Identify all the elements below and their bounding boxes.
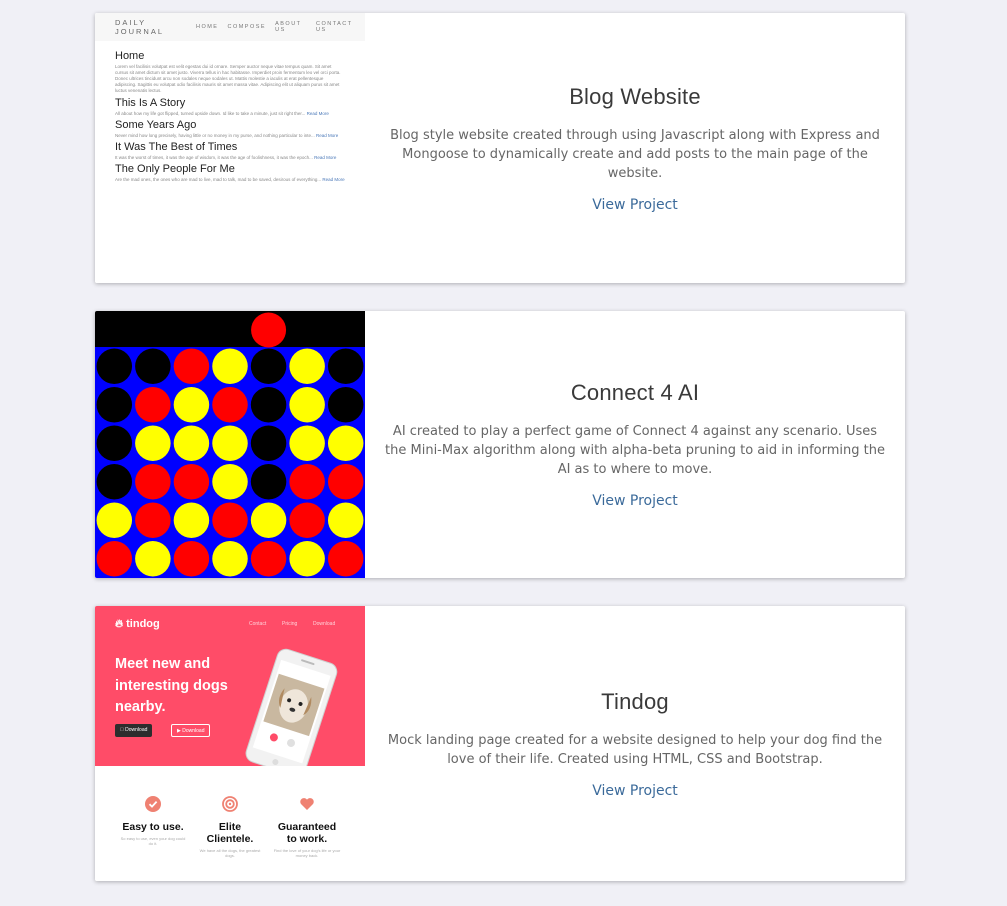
board-piece xyxy=(96,425,133,461)
board-piece xyxy=(212,348,248,384)
drop-zone xyxy=(95,311,365,347)
board-piece xyxy=(135,502,171,538)
tindog-thumbnail: 🔥︎ tindog Contact Pricing Download Meet … xyxy=(95,606,365,881)
blog-thumbnail: DAILY JOURNAL HOME COMPOSE ABOUT US CONT… xyxy=(95,13,365,283)
blog-thumb-post-excerpt: All about how my life got flipped, turne… xyxy=(115,111,329,116)
phone-mockup-image xyxy=(245,648,338,776)
blog-thumb-post-title: It Was The Best of Times xyxy=(115,141,238,153)
board-piece xyxy=(327,425,364,461)
board-piece xyxy=(289,464,325,500)
tindog-apple-download-button:  Download xyxy=(115,724,153,737)
tindog-hero: 🔥︎ tindog Contact Pricing Download Meet … xyxy=(95,606,365,776)
project-card-body: Tindog Mock landing page created for a w… xyxy=(365,606,905,881)
board-piece xyxy=(289,425,325,461)
board-piece xyxy=(135,464,171,500)
board-piece xyxy=(212,387,248,423)
board-piece xyxy=(327,464,364,500)
project-card-body: Blog Website Blog style website created … xyxy=(365,13,905,283)
tindog-play-download-button: ▶ Download xyxy=(171,724,211,737)
tindog-nav-pricing: Pricing xyxy=(282,621,298,627)
project-description: AI created to play a perfect game of Con… xyxy=(385,424,885,477)
blog-thumb-nav-about: ABOUT US xyxy=(275,21,302,33)
blog-thumb-nav-contact: CONTACT US xyxy=(315,21,353,33)
blog-thumb-nav-home: HOME xyxy=(195,24,219,30)
board-piece xyxy=(289,387,325,423)
tindog-nav-contact: Contact xyxy=(249,621,267,627)
board-piece xyxy=(250,502,287,538)
board-piece xyxy=(96,541,133,577)
project-title: Blog Website xyxy=(569,83,701,109)
blog-thumb-post-excerpt: It was the worst of times, it was the ag… xyxy=(115,155,337,160)
drop-piece xyxy=(251,312,287,348)
tindog-feature: Elite Clientele. We have all the dogs, t… xyxy=(195,796,265,858)
project-card-body: Connect 4 AI AI created to play a perfec… xyxy=(365,311,905,578)
board-piece xyxy=(173,348,210,384)
board-piece xyxy=(327,541,364,577)
view-project-link[interactable]: View Project xyxy=(592,783,678,799)
view-project-link[interactable]: View Project xyxy=(592,197,678,213)
board-piece xyxy=(96,387,133,423)
connect4-board-image xyxy=(95,311,365,578)
blog-thumb-page-title: Home xyxy=(115,50,145,62)
tindog-headline: Meet new and interesting dogs nearby. xyxy=(115,656,228,715)
blog-thumb-lorem: Lorem vel facilisis volutpat est velit e… xyxy=(115,64,341,93)
blog-thumb-post-excerpt: Never mind how long precisely, having li… xyxy=(115,133,339,138)
board-piece xyxy=(173,541,210,577)
check-circle-icon xyxy=(145,796,161,812)
board-piece xyxy=(327,502,364,538)
project-card-tindog: 🔥︎ tindog Contact Pricing Download Meet … xyxy=(95,606,905,881)
tindog-feature: Guaranteed to work. Find the love of you… xyxy=(272,796,342,858)
board-piece xyxy=(327,387,364,423)
board-piece xyxy=(250,541,287,577)
board-piece xyxy=(250,464,287,500)
board-piece xyxy=(173,502,210,538)
heart-icon xyxy=(300,798,314,810)
board-piece xyxy=(173,425,210,461)
tindog-feature: Easy to use. So easy to use, even your d… xyxy=(118,796,188,846)
blog-thumb-post-title: Some Years Ago xyxy=(115,119,197,131)
board-piece xyxy=(250,348,287,384)
flame-icon: 🔥︎ xyxy=(115,618,124,630)
blog-thumb-post-excerpt: Are the mad ones, the ones who are mad t… xyxy=(115,177,345,182)
board-piece xyxy=(327,348,364,384)
tindog-logo: 🔥︎ tindog xyxy=(115,618,160,630)
board-piece xyxy=(135,425,171,461)
project-title: Connect 4 AI xyxy=(570,380,700,405)
board-piece xyxy=(289,502,325,538)
board-piece xyxy=(96,464,133,500)
tindog-nav-download: Download xyxy=(313,621,336,627)
board-piece xyxy=(135,387,171,423)
board-piece xyxy=(289,541,325,577)
board-piece xyxy=(135,541,171,577)
project-description: Blog style website created through using… xyxy=(390,127,880,181)
blog-thumb-navbar: DAILY JOURNAL HOME COMPOSE ABOUT US CONT… xyxy=(95,13,365,41)
project-title: Tindog xyxy=(601,688,669,714)
view-project-link[interactable]: View Project xyxy=(592,493,678,509)
board-piece xyxy=(250,387,287,423)
board-piece xyxy=(96,348,133,384)
blog-thumb-brand: DAILY JOURNAL xyxy=(115,18,165,36)
board-piece xyxy=(212,541,248,577)
connect4-thumbnail xyxy=(95,311,365,578)
board-piece xyxy=(135,348,171,384)
board-piece xyxy=(250,425,287,461)
project-card-blog: DAILY JOURNAL HOME COMPOSE ABOUT US CONT… xyxy=(95,13,905,283)
tindog-features: Easy to use. So easy to use, even your d… xyxy=(95,766,365,881)
project-card-connect4: Connect 4 AI AI created to play a perfec… xyxy=(95,311,905,578)
blog-thumb-post-title: This Is A Story xyxy=(115,97,186,109)
board-piece xyxy=(173,464,210,500)
board-piece xyxy=(173,387,210,423)
project-description: Mock landing page created for a website … xyxy=(387,732,883,767)
blog-thumb-post-title: The Only People For Me xyxy=(115,163,235,175)
blog-thumb-nav-compose: COMPOSE xyxy=(227,24,267,30)
bullseye-icon xyxy=(222,796,238,812)
board-piece xyxy=(212,464,248,500)
board-piece xyxy=(96,502,133,538)
board-piece xyxy=(289,348,325,384)
board-piece xyxy=(212,502,248,538)
board-piece xyxy=(212,425,248,461)
